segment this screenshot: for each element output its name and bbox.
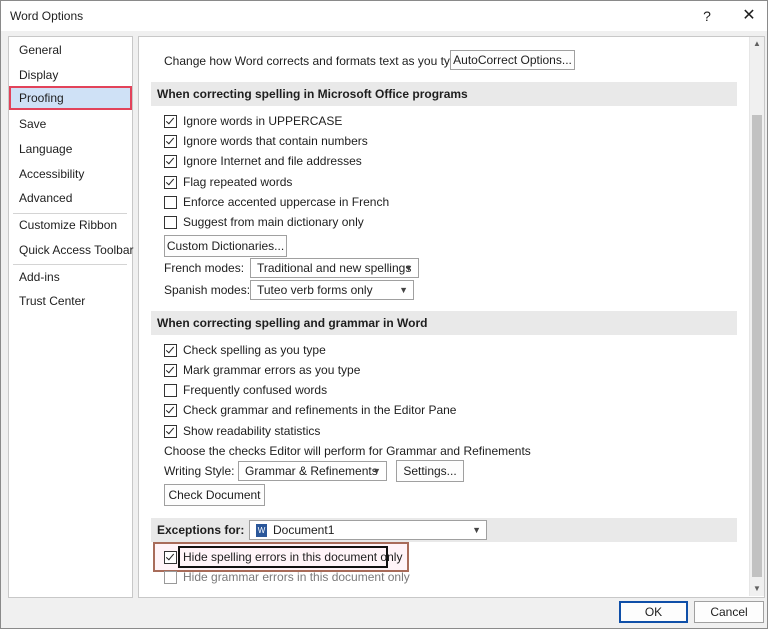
ok-button[interactable]: OK (619, 601, 688, 623)
check-document-button[interactable]: Check Document (164, 484, 265, 506)
checkbox-checked[interactable] (164, 176, 177, 189)
section-header-office: When correcting spelling in Microsoft Of… (151, 82, 737, 106)
nav-item-general[interactable]: General (9, 38, 132, 62)
word-document-icon: W (256, 524, 267, 538)
checkbox-unchecked[interactable] (164, 571, 177, 584)
cancel-button[interactable]: Cancel (694, 601, 764, 623)
nav-item-trust-center[interactable]: Trust Center (9, 289, 132, 313)
nav-item-proofing[interactable]: Proofing (9, 86, 132, 110)
chevron-down-icon: ▼ (472, 525, 481, 535)
checkbox-checked[interactable] (164, 115, 177, 128)
checkbox-checked[interactable] (164, 135, 177, 148)
checkbox-checked[interactable] (164, 404, 177, 417)
checkbox-unchecked[interactable] (164, 216, 177, 229)
scroll-down-icon[interactable]: ▼ (750, 582, 764, 596)
chevron-down-icon: ▼ (372, 466, 381, 476)
nav-item-display[interactable]: Display (9, 63, 132, 87)
custom-dictionaries-button[interactable]: Custom Dictionaries... (164, 235, 287, 257)
settings-button[interactable]: Settings... (396, 460, 464, 482)
autocorrect-label: Change how Word corrects and formats tex… (164, 54, 467, 68)
nav-item-customize-ribbon[interactable]: Customize Ribbon (9, 213, 132, 237)
autocorrect-options-button[interactable]: AutoCorrect Options... (450, 50, 575, 70)
nav-item-quick-access-toolbar[interactable]: Quick Access Toolbar (9, 238, 134, 262)
exceptions-document-select[interactable]: W Document1 ▼ (249, 520, 487, 540)
french-modes-label: French modes: (164, 261, 245, 275)
help-button[interactable]: ? (695, 4, 719, 28)
writing-style-label: Writing Style: (164, 464, 235, 478)
french-modes-select[interactable]: Traditional and new spellings ▼ (250, 258, 419, 278)
nav-item-language[interactable]: Language (9, 137, 132, 161)
options-nav: General Display Proofing Save Language A… (8, 36, 134, 598)
checkbox-checked[interactable] (164, 425, 177, 438)
vertical-scrollbar[interactable]: ▲ ▼ (749, 37, 764, 596)
checkbox-unchecked[interactable] (164, 196, 177, 209)
spanish-modes-select[interactable]: Tuteo verb forms only ▼ (250, 280, 414, 300)
spanish-modes-label: Spanish modes: (164, 283, 251, 297)
nav-item-save[interactable]: Save (9, 112, 132, 136)
checkbox-checked[interactable] (164, 364, 177, 377)
scroll-up-icon[interactable]: ▲ (750, 37, 764, 51)
dialog-title: Word Options (10, 9, 84, 23)
checkbox-checked[interactable] (164, 551, 177, 564)
exceptions-label: Exceptions for: (157, 523, 245, 537)
close-button[interactable]: ✕ (735, 4, 763, 28)
section-header-word: When correcting spelling and grammar in … (151, 311, 737, 335)
nav-item-advanced[interactable]: Advanced (9, 186, 132, 210)
chevron-down-icon: ▼ (404, 263, 413, 273)
proofing-panel: Change how Word corrects and formats tex… (138, 36, 765, 598)
nav-item-accessibility[interactable]: Accessibility (9, 162, 132, 186)
checkbox-checked[interactable] (164, 155, 177, 168)
chevron-down-icon: ▼ (399, 285, 408, 295)
checkbox-checked[interactable] (164, 344, 177, 357)
writing-style-select[interactable]: Grammar & Refinements ▼ (238, 461, 387, 481)
nav-item-add-ins[interactable]: Add-ins (9, 265, 132, 289)
scroll-thumb[interactable] (752, 115, 762, 577)
checkbox-unchecked[interactable] (164, 384, 177, 397)
editor-checks-text: Choose the checks Editor will perform fo… (164, 444, 531, 458)
word-options-dialog: Word Options ? ✕ General Display Proofin… (0, 0, 768, 629)
title-bar: Word Options ? ✕ (1, 1, 767, 31)
